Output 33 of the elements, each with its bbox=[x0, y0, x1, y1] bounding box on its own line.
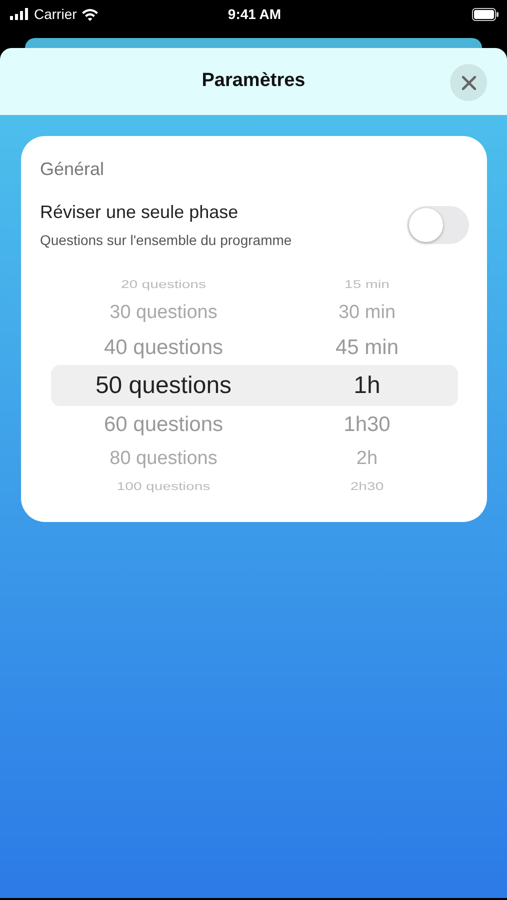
picker-row[interactable]: 40 questions 45 min bbox=[51, 329, 458, 365]
picker-row[interactable]: 30 questions 30 min bbox=[51, 296, 458, 329]
question-count-option: 80 questions bbox=[51, 449, 276, 468]
wifi-icon bbox=[80, 8, 99, 20]
toggle-switch[interactable] bbox=[407, 206, 469, 244]
duration-option: 15 min bbox=[276, 278, 458, 290]
carrier-name: Carrier bbox=[34, 4, 77, 24]
duration-option: 1h bbox=[276, 374, 458, 398]
picker-row[interactable]: 100 questions 2h30 bbox=[51, 475, 458, 498]
close-button[interactable] bbox=[450, 64, 487, 101]
question-count-option: 60 questions bbox=[51, 414, 276, 434]
close-icon bbox=[462, 76, 476, 90]
picker-row[interactable]: 20 questions 15 min bbox=[51, 273, 458, 296]
toggle-description: Questions sur l'ensemble du programme bbox=[40, 231, 292, 250]
toggle-label: Réviser une seule phase bbox=[40, 201, 240, 224]
question-count-option: 100 questions bbox=[51, 480, 276, 492]
duration-option: 45 min bbox=[276, 336, 458, 358]
sheet-title: Paramètres bbox=[202, 69, 306, 94]
question-count-option: 20 questions bbox=[51, 278, 276, 290]
picker-row[interactable]: 80 questions 2h bbox=[51, 442, 458, 475]
battery-icon bbox=[472, 8, 499, 20]
question-count-option: 40 questions bbox=[51, 336, 276, 358]
question-count-option: 50 questions bbox=[51, 374, 276, 398]
duration-option: 1h30 bbox=[276, 414, 458, 434]
picker-row[interactable]: 60 questions 1h30 bbox=[51, 406, 458, 442]
duration-option: 2h30 bbox=[276, 480, 458, 492]
section-title: Général bbox=[40, 158, 106, 181]
picker-row[interactable]: 50 questions 1h bbox=[51, 365, 458, 406]
duration-option: 30 min bbox=[276, 303, 458, 322]
signal-icon bbox=[10, 8, 30, 20]
duration-option: 2h bbox=[276, 449, 458, 468]
clock-time: 9:41 AM bbox=[228, 6, 282, 22]
question-count-option: 30 questions bbox=[51, 303, 276, 322]
